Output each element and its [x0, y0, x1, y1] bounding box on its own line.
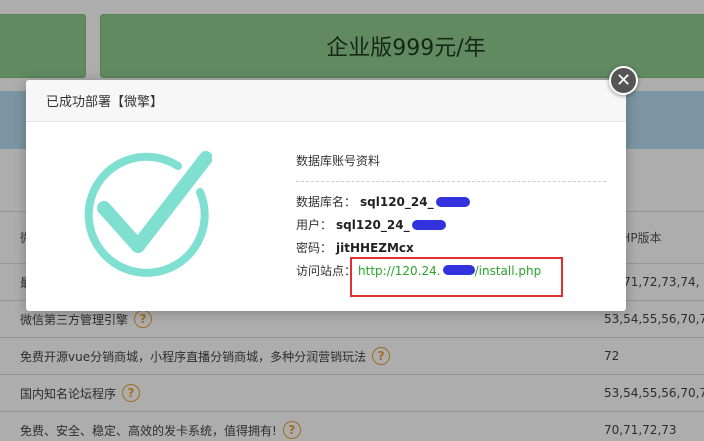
- close-icon[interactable]: ✕: [609, 66, 638, 95]
- password-value: jitHHEZMcx: [336, 240, 414, 255]
- password-label: 密码：: [296, 241, 333, 255]
- dialog-title: 已成功部署【微擎】: [46, 95, 164, 110]
- check-circle-icon: [82, 150, 213, 280]
- user-value: sql120_24_: [336, 217, 410, 232]
- db-info-title: 数据库账号资料: [296, 152, 606, 182]
- password-row: 密码： jitHHEZMcx: [296, 236, 606, 259]
- db-name-label: 数据库名：: [296, 195, 357, 209]
- db-name-value: sql120_24_: [360, 194, 434, 209]
- redaction-mark: [411, 219, 446, 230]
- redaction-mark: [435, 196, 470, 207]
- db-name-row: 数据库名： sql120_24_: [296, 190, 606, 213]
- user-label: 用户：: [296, 218, 333, 232]
- user-row: 用户： sql120_24_: [296, 213, 606, 236]
- highlight-box: [350, 257, 563, 297]
- site-label: 访问站点：: [296, 264, 357, 278]
- dialog-header: 已成功部署【微擎】: [26, 80, 626, 122]
